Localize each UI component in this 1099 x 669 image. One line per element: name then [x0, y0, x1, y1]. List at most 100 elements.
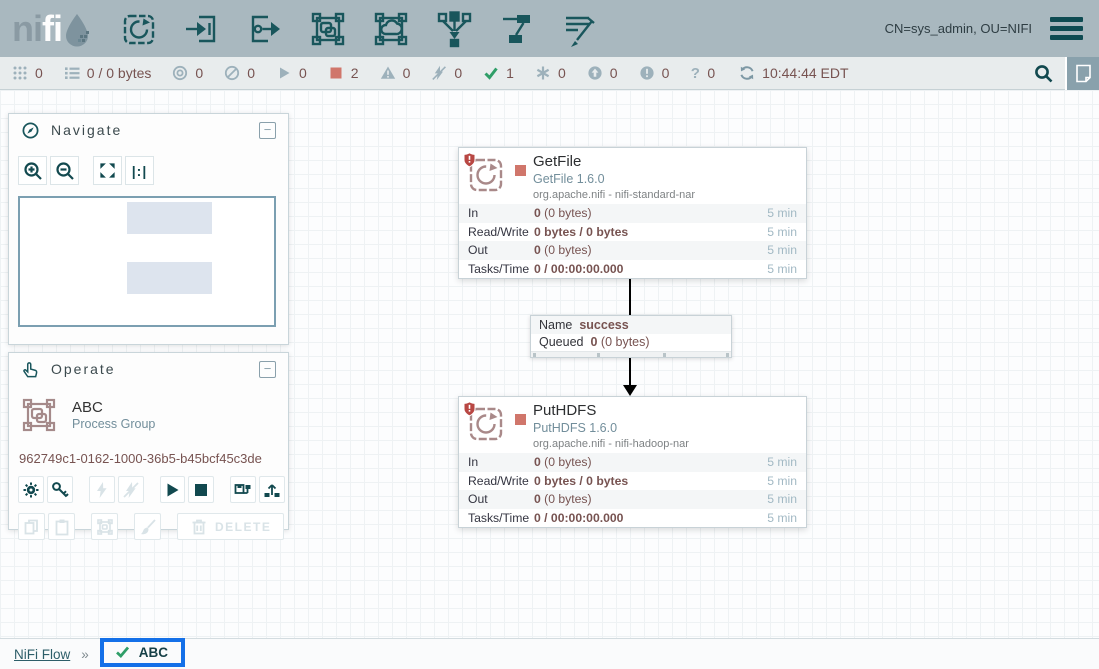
refresh-status[interactable]: 10:44:44 EDT — [739, 65, 848, 81]
input-port-draggable[interactable] — [182, 9, 222, 49]
status-bar: 0 0 / 0 bytes 0 0 0 2 — [0, 57, 1099, 90]
running-icon — [276, 65, 292, 81]
processor-draggable[interactable] — [119, 9, 159, 49]
not-transmitting-count: 0 — [247, 65, 255, 81]
navigate-buttons: |:| — [9, 146, 288, 185]
transmitting-icon — [172, 65, 188, 81]
operate-collapse-button[interactable]: − — [259, 361, 276, 378]
connection-queued-row: Queued 0 (0 bytes) — [531, 334, 731, 352]
current-user: CN=sys_admin, OU=NIFI — [885, 21, 1032, 36]
operate-buttons-row-2: DELETE — [9, 503, 288, 540]
funnel-draggable[interactable] — [434, 9, 474, 49]
stat-row-in: In 0 (0 bytes) 5 min — [459, 453, 806, 472]
stat-row-tasks: Tasks/Time 0 / 00:00:00.000 5 min — [459, 260, 806, 279]
delete-button[interactable]: DELETE — [177, 513, 284, 540]
processor-puthdfs[interactable]: PutHDFS PutHDFS 1.6.0 org.apache.nifi - … — [458, 396, 807, 528]
search-button[interactable] — [1021, 57, 1065, 90]
color-button[interactable] — [134, 513, 161, 540]
disable-button[interactable] — [118, 476, 144, 503]
delete-button-label: DELETE — [215, 520, 271, 534]
template-draggable[interactable] — [497, 9, 537, 49]
zoom-fit-button[interactable] — [93, 156, 122, 185]
disabled-bolt-slash-icon — [431, 65, 447, 81]
restricted-shield-icon — [463, 152, 476, 168]
queued-list-icon — [64, 65, 80, 81]
process-group-icon — [308, 9, 348, 49]
notes-page-icon — [1075, 64, 1092, 83]
save-template-icon — [234, 481, 252, 499]
paintbrush-icon — [139, 518, 157, 536]
group-button[interactable] — [91, 513, 118, 540]
disabled-status: 0 — [431, 65, 462, 81]
locally-modified-count: 0 — [558, 65, 566, 81]
stopped-state-icon — [515, 414, 526, 425]
copy-button[interactable] — [18, 513, 45, 540]
save-template-button[interactable] — [230, 476, 256, 503]
zoom-in-button[interactable] — [18, 156, 47, 185]
up-to-date-status: 1 — [483, 65, 514, 81]
bulletin-board-button[interactable] — [1065, 57, 1099, 90]
stale-arrow-up-circle-icon — [587, 65, 603, 81]
app-header: nifi — [0, 0, 1099, 57]
navigate-panel-header: Navigate − — [9, 114, 288, 146]
connection-label[interactable]: Name success Queued 0 (0 bytes) — [530, 315, 732, 358]
hamburger-icon — [1050, 17, 1083, 22]
component-toolbar — [119, 9, 600, 49]
stat-row-out: Out 0 (0 bytes) 5 min — [459, 490, 806, 509]
processor-getfile[interactable]: GetFile GetFile 1.6.0 org.apache.nifi - … — [458, 147, 807, 279]
up-to-date-check-icon — [483, 65, 499, 81]
breadcrumb-root-link[interactable]: NiFi Flow — [14, 647, 70, 662]
lightning-slash-icon — [122, 481, 140, 499]
paste-button[interactable] — [48, 513, 75, 540]
fit-screen-icon — [98, 161, 117, 180]
active-threads-status: 0 — [12, 65, 43, 81]
output-port-draggable[interactable] — [245, 9, 285, 49]
stat-row-readwrite: Read/Write 0 bytes / 0 bytes 5 min — [459, 223, 806, 242]
processor-name: PutHDFS — [533, 402, 689, 419]
processor-component-icon — [466, 404, 506, 444]
upload-template-button[interactable] — [259, 476, 285, 503]
zoom-out-button[interactable] — [50, 156, 79, 185]
navigate-collapse-button[interactable]: − — [259, 122, 276, 139]
configure-button[interactable] — [18, 476, 44, 503]
sync-failure-status: ?0 — [690, 65, 715, 82]
running-count: 0 — [299, 65, 307, 81]
stat-row-in: In 0 (0 bytes) 5 min — [459, 204, 806, 223]
exclamation-circle-icon — [639, 65, 655, 81]
operate-panel-title: Operate — [51, 361, 116, 377]
label-draggable[interactable] — [560, 9, 600, 49]
birdseye-minimap[interactable] — [18, 196, 276, 327]
process-group-icon — [19, 395, 59, 440]
nifi-logo: nifi — [12, 9, 91, 49]
logo-text-ni: ni — [12, 9, 42, 49]
hand-icon — [21, 360, 40, 379]
start-button[interactable] — [160, 476, 186, 503]
stat-row-readwrite: Read/Write 0 bytes / 0 bytes 5 min — [459, 472, 806, 491]
connection-name-value: success — [579, 318, 628, 332]
queued-status: 0 / 0 bytes — [64, 65, 152, 81]
up-to-date-count: 1 — [506, 65, 514, 81]
process-group-draggable[interactable] — [308, 9, 348, 49]
output-port-icon — [245, 9, 285, 49]
processor-bundle: org.apache.nifi - nifi-hadoop-nar — [533, 438, 689, 450]
upload-template-icon — [263, 481, 281, 499]
zoom-actual-size-button[interactable]: |:| — [125, 156, 154, 185]
access-policies-button[interactable] — [47, 476, 73, 503]
invalid-count: 0 — [403, 65, 411, 81]
remote-process-group-draggable[interactable] — [371, 9, 411, 49]
queued-count: 0 / 0 bytes — [87, 65, 152, 81]
breadcrumb-current-highlighted[interactable]: ABC — [100, 638, 185, 667]
flow-canvas[interactable]: Name success Queued 0 (0 bytes) — [0, 90, 1099, 669]
refresh-time: 10:44:44 EDT — [762, 65, 848, 81]
enable-button[interactable] — [89, 476, 115, 503]
stopped-status: 2 — [328, 65, 359, 81]
breadcrumb-bar: NiFi Flow » ABC — [0, 638, 1099, 669]
stat-row-tasks: Tasks/Time 0 / 00:00:00.000 5 min — [459, 509, 806, 528]
remote-process-group-icon — [371, 9, 411, 49]
connection-label-scrollbar[interactable] — [531, 351, 731, 357]
processor-titles: PutHDFS PutHDFS 1.6.0 org.apache.nifi - … — [533, 402, 689, 450]
global-menu-button[interactable] — [1048, 15, 1085, 42]
stop-button[interactable] — [188, 476, 214, 503]
copy-icon — [23, 518, 41, 536]
locally-modified-stale-count: 0 — [662, 65, 670, 81]
